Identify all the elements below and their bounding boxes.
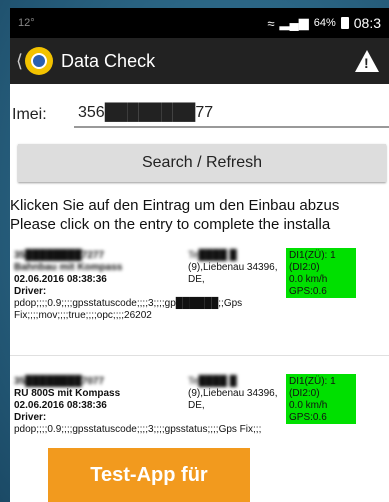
imei-input[interactable]: 356████████77 [74, 102, 389, 128]
entry-name: Bahnbau mit Kompass [14, 262, 123, 273]
instruction-english: Please click on the entry to complete th… [10, 216, 331, 233]
status-clock: 08:3 [353, 15, 381, 31]
back-chevron-icon[interactable]: ⟨ [16, 51, 23, 72]
status-di1: DI1(ZÜ): 1 [289, 250, 336, 261]
imei-row: Imei: 356████████77 [10, 84, 389, 132]
entry-address-line3: DE, [188, 274, 205, 285]
entry-id: 35████████7077 [14, 376, 105, 387]
entry-driver: Driver: [14, 412, 47, 423]
status-di1: DI1(ZÜ): 1 [289, 376, 336, 387]
signal-icon: ▂▄▆ [279, 15, 309, 30]
wifi-icon: ≈ [267, 15, 275, 31]
list-item[interactable]: 35████████7077 RU 800S mit Kompass 02.06… [10, 370, 389, 450]
status-bar: 12° ≈ ▂▄▆ 64% 08:3 [10, 8, 389, 38]
status-speed: 0.0 km/h [289, 274, 328, 285]
battery-percent: 64% [313, 17, 336, 29]
entry-list: 35████████7277 Bahnbau mit Kompass 02.06… [10, 244, 389, 450]
entry-datetime: 02.06.2016 08:38:36 [14, 400, 107, 411]
entry-address-line3: DE, [188, 400, 205, 411]
list-item[interactable]: 35████████7277 Bahnbau mit Kompass 02.06… [10, 244, 389, 356]
entry-address-line2: (9),Liebenau 34396, [188, 388, 278, 399]
status-di2: (DI2:0) [289, 388, 320, 399]
phone-screen: 12° ≈ ▂▄▆ 64% 08:3 ⟨ Data Check ! Imei: … [10, 8, 389, 502]
battery-icon [340, 17, 349, 29]
status-badge: DI1(ZÜ): 1 (DI2:0) 0.0 km/h GPS:0.6 [286, 248, 356, 298]
entry-details: pdop;;;;0.9;;;;gpsstatuscode;;;;3;;;;gps… [14, 424, 262, 435]
action-bar: ⟨ Data Check ! [10, 38, 389, 84]
app-logo-icon[interactable] [25, 47, 54, 75]
status-left-text: 12° [18, 17, 35, 29]
entry-address-line2: (9),Liebenau 34396, [188, 262, 278, 273]
status-di2: (DI2:0) [289, 262, 320, 273]
imei-label: Imei: [12, 106, 47, 123]
entry-name: RU 800S mit Kompass [14, 388, 121, 399]
entry-details: pdop;;;;0.9;;;;gpsstatuscode;;;;3;;;;gp█… [14, 298, 243, 321]
entry-datetime: 02.06.2016 08:38:36 [14, 274, 107, 285]
warning-icon[interactable]: ! [355, 50, 379, 72]
entry-id: 35████████7277 [14, 250, 105, 261]
status-gps: GPS:0.6 [289, 286, 327, 297]
status-speed: 0.0 km/h [289, 400, 328, 411]
page-title: Data Check [61, 50, 156, 71]
instruction-text: Klicken Sie auf den Eintrag um den Einba… [10, 182, 389, 234]
promo-banner: Test-App für [48, 448, 250, 502]
entry-driver: Driver: [14, 286, 47, 297]
entry-address-line1: Te████ █ [188, 250, 237, 261]
search-refresh-button[interactable]: Search / Refresh [18, 144, 386, 182]
entry-address-line1: Te████ █ [188, 376, 237, 387]
status-gps: GPS:0.6 [289, 412, 327, 423]
status-badge: DI1(ZÜ): 1 (DI2:0) 0.0 km/h GPS:0.6 [286, 374, 356, 424]
instruction-german: Klicken Sie auf den Eintrag um den Einba… [10, 197, 340, 214]
